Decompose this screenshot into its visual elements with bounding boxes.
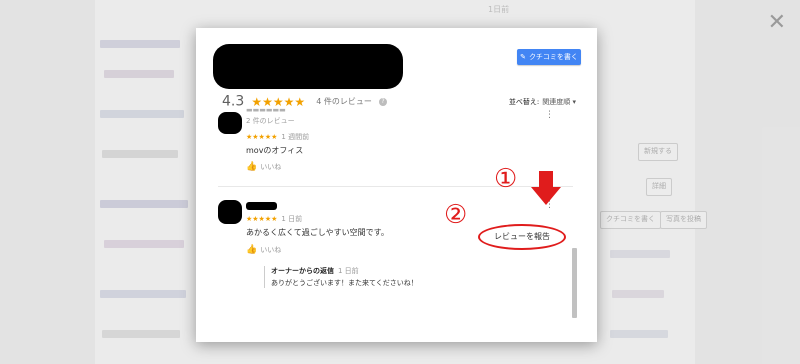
thumbs-up-icon: 👍 <box>246 245 258 255</box>
reviewer-name-faded: ▬▬▬▬▬▬ <box>246 108 286 114</box>
close-icon[interactable]: ✕ <box>768 12 786 34</box>
like-button[interactable]: 👍 いいね <box>246 245 281 255</box>
rating-summary: 4.3 ★★★★★ 4 件のレビュー ? <box>222 91 387 110</box>
down-arrow-icon <box>531 171 561 205</box>
more-options-icon[interactable]: ⋮ <box>545 111 554 120</box>
write-review-label: クチコミを書く <box>528 53 578 61</box>
thumbs-up-icon: 👍 <box>246 162 258 172</box>
review-stars-value: ★★★★★ <box>246 133 278 141</box>
review-count[interactable]: 4 件のレビュー <box>316 97 372 106</box>
owner-reply-date: 1 日前 <box>338 267 359 275</box>
redacted-place-title <box>213 44 403 89</box>
sort-value: 関連度順 ▾ <box>542 98 576 106</box>
review-divider <box>218 186 573 187</box>
scrollbar-thumb[interactable] <box>572 248 577 318</box>
sort-dropdown[interactable]: 並べ替え: 関連度順 ▾ <box>509 97 576 107</box>
redacted-avatar <box>218 200 242 224</box>
owner-reply-header: オーナーからの返信 1 日前 <box>271 266 418 276</box>
like-button[interactable]: 👍 いいね <box>246 162 281 172</box>
review-stars-value: ★★★★★ <box>246 215 278 223</box>
like-label: いいね <box>260 246 282 254</box>
redacted-avatar <box>218 112 242 134</box>
sort-label: 並べ替え: <box>508 98 540 106</box>
redacted-reviewer-name <box>246 202 277 210</box>
step-2-marker: ② <box>444 200 468 230</box>
review-text: movのオフィス <box>246 146 304 155</box>
review-stars: ★★★★★ 1 日前 <box>246 214 302 224</box>
review-date: 1 週間前 <box>281 133 310 141</box>
reviewer-meta: 2 件のレビュー <box>246 117 295 125</box>
owner-reply: オーナーからの返信 1 日前 ありがとうございます！また来てくださいね！ <box>264 266 418 288</box>
pencil-icon: ✎ <box>520 53 526 61</box>
like-label: いいね <box>260 163 282 171</box>
review-text: あかるく広くて過ごしやすい空間です。 <box>246 228 389 237</box>
help-icon[interactable]: ? <box>378 97 387 106</box>
review-stars: ★★★★★ 1 週間前 <box>246 132 309 142</box>
owner-reply-label: オーナーからの返信 <box>271 267 334 275</box>
report-review-menu-item[interactable]: レビューを報告 <box>478 224 566 250</box>
rating-stars: ★★★★★ <box>251 94 306 109</box>
owner-reply-text: ありがとうございます！また来てくださいね！ <box>271 279 418 287</box>
write-review-button[interactable]: ✎ クチコミを書く <box>517 49 581 65</box>
review-date: 1 日前 <box>281 215 303 223</box>
step-1-marker: ① <box>494 164 518 194</box>
arrow-shape <box>531 171 561 205</box>
